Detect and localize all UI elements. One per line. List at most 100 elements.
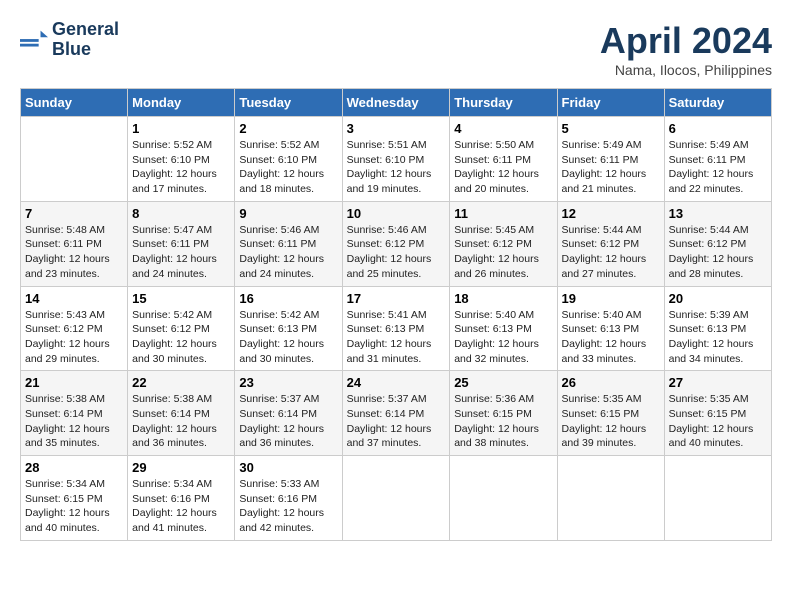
- day-number: 17: [347, 291, 446, 306]
- day-number: 29: [132, 460, 230, 475]
- day-info: Sunrise: 5:34 AMSunset: 6:15 PMDaylight:…: [25, 477, 123, 536]
- col-header-sunday: Sunday: [21, 89, 128, 117]
- calendar-cell: 6Sunrise: 5:49 AMSunset: 6:11 PMDaylight…: [664, 117, 771, 202]
- calendar-cell: 16 Sunrise: 5:42 AMSunset: 6:13 PMDayligh…: [235, 286, 342, 371]
- day-number: 15: [132, 291, 230, 306]
- day-number: 5: [562, 121, 660, 136]
- day-info: Sunrise: 5:41 AMSunset: 6:13 PMDaylight:…: [347, 308, 446, 367]
- calendar-cell: 23 Sunrise: 5:37 AMSunset: 6:14 PMDayligh…: [235, 371, 342, 456]
- day-info: Sunrise: 5:34 AMSunset: 6:16 PMDaylight:…: [132, 477, 230, 536]
- day-number: 30: [239, 460, 337, 475]
- calendar-cell: 7 Sunrise: 5:48 AMSunset: 6:11 PMDaylight…: [21, 201, 128, 286]
- col-header-monday: Monday: [128, 89, 235, 117]
- day-number: 16: [239, 291, 337, 306]
- day-number: 11: [454, 206, 552, 221]
- location: Nama, Ilocos, Philippines: [600, 62, 772, 78]
- day-info: Sunrise: 5:46 AMSunset: 6:11 PMDaylight:…: [239, 223, 337, 282]
- calendar-cell: 15Sunrise: 5:42 AMSunset: 6:12 PMDayligh…: [128, 286, 235, 371]
- col-header-tuesday: Tuesday: [235, 89, 342, 117]
- day-info: Sunrise: 5:40 AMSunset: 6:13 PMDaylight:…: [454, 308, 552, 367]
- calendar-cell: 3 Sunrise: 5:51 AMSunset: 6:10 PMDaylight…: [342, 117, 450, 202]
- day-info: Sunrise: 5:52 AMSunset: 6:10 PMDaylight:…: [239, 138, 337, 197]
- day-info: Sunrise: 5:35 AMSunset: 6:15 PMDaylight:…: [562, 392, 660, 451]
- day-info: Sunrise: 5:37 AMSunset: 6:14 PMDaylight:…: [239, 392, 337, 451]
- calendar-cell: 5 Sunrise: 5:49 AMSunset: 6:11 PMDaylight…: [557, 117, 664, 202]
- calendar-cell: 20Sunrise: 5:39 AMSunset: 6:13 PMDayligh…: [664, 286, 771, 371]
- day-info: Sunrise: 5:48 AMSunset: 6:11 PMDaylight:…: [25, 223, 123, 282]
- day-info: Sunrise: 5:38 AMSunset: 6:14 PMDaylight:…: [25, 392, 123, 451]
- day-number: 13: [669, 206, 767, 221]
- calendar-cell: 13 Sunrise: 5:44 AMSunset: 6:12 PMDayligh…: [664, 201, 771, 286]
- day-number: 25: [454, 375, 552, 390]
- logo-icon: [20, 26, 48, 54]
- calendar-cell: 27 Sunrise: 5:35 AMSunset: 6:15 PMDayligh…: [664, 371, 771, 456]
- calendar-cell: 2 Sunrise: 5:52 AMSunset: 6:10 PMDaylight…: [235, 117, 342, 202]
- day-info: Sunrise: 5:44 AMSunset: 6:12 PMDaylight:…: [669, 223, 767, 282]
- title-area: April 2024 Nama, Ilocos, Philippines: [600, 20, 772, 78]
- calendar-cell: 21Sunrise: 5:38 AMSunset: 6:14 PMDayligh…: [21, 371, 128, 456]
- calendar-cell: [664, 456, 771, 541]
- calendar-table: SundayMondayTuesdayWednesdayThursdayFrid…: [20, 88, 772, 541]
- calendar-cell: [21, 117, 128, 202]
- day-info: Sunrise: 5:45 AMSunset: 6:12 PMDaylight:…: [454, 223, 552, 282]
- calendar-cell: 18 Sunrise: 5:40 AMSunset: 6:13 PMDayligh…: [450, 286, 557, 371]
- calendar-cell: [342, 456, 450, 541]
- day-info: Sunrise: 5:52 AMSunset: 6:10 PMDaylight:…: [132, 138, 230, 197]
- calendar-cell: 30 Sunrise: 5:33 AMSunset: 6:16 PMDayligh…: [235, 456, 342, 541]
- calendar-cell: 28Sunrise: 5:34 AMSunset: 6:15 PMDayligh…: [21, 456, 128, 541]
- day-info: Sunrise: 5:49 AMSunset: 6:11 PMDaylight:…: [562, 138, 660, 197]
- calendar-cell: 4 Sunrise: 5:50 AMSunset: 6:11 PMDaylight…: [450, 117, 557, 202]
- calendar-cell: [557, 456, 664, 541]
- day-info: Sunrise: 5:35 AMSunset: 6:15 PMDaylight:…: [669, 392, 767, 451]
- day-number: 22: [132, 375, 230, 390]
- day-info: Sunrise: 5:44 AMSunset: 6:12 PMDaylight:…: [562, 223, 660, 282]
- logo: General Blue: [20, 20, 119, 60]
- col-header-wednesday: Wednesday: [342, 89, 450, 117]
- calendar-cell: 26Sunrise: 5:35 AMSunset: 6:15 PMDayligh…: [557, 371, 664, 456]
- calendar-cell: 12 Sunrise: 5:44 AMSunset: 6:12 PMDayligh…: [557, 201, 664, 286]
- page-header: General Blue April 2024 Nama, Ilocos, Ph…: [20, 20, 772, 78]
- calendar-cell: [450, 456, 557, 541]
- calendar-cell: 17 Sunrise: 5:41 AMSunset: 6:13 PMDayligh…: [342, 286, 450, 371]
- logo-text: General Blue: [52, 20, 119, 60]
- day-info: Sunrise: 5:51 AMSunset: 6:10 PMDaylight:…: [347, 138, 446, 197]
- day-number: 4: [454, 121, 552, 136]
- day-info: Sunrise: 5:46 AMSunset: 6:12 PMDaylight:…: [347, 223, 446, 282]
- week-row-4: 21Sunrise: 5:38 AMSunset: 6:14 PMDayligh…: [21, 371, 772, 456]
- day-number: 7: [25, 206, 123, 221]
- calendar-cell: 25 Sunrise: 5:36 AMSunset: 6:15 PMDayligh…: [450, 371, 557, 456]
- calendar-cell: 22Sunrise: 5:38 AMSunset: 6:14 PMDayligh…: [128, 371, 235, 456]
- calendar-cell: 9 Sunrise: 5:46 AMSunset: 6:11 PMDaylight…: [235, 201, 342, 286]
- week-row-3: 14Sunrise: 5:43 AMSunset: 6:12 PMDayligh…: [21, 286, 772, 371]
- day-number: 23: [239, 375, 337, 390]
- day-number: 14: [25, 291, 123, 306]
- calendar-cell: 10 Sunrise: 5:46 AMSunset: 6:12 PMDayligh…: [342, 201, 450, 286]
- col-header-thursday: Thursday: [450, 89, 557, 117]
- month-title: April 2024: [600, 20, 772, 62]
- day-info: Sunrise: 5:39 AMSunset: 6:13 PMDaylight:…: [669, 308, 767, 367]
- calendar-cell: 8Sunrise: 5:47 AMSunset: 6:11 PMDaylight…: [128, 201, 235, 286]
- day-info: Sunrise: 5:36 AMSunset: 6:15 PMDaylight:…: [454, 392, 552, 451]
- day-number: 24: [347, 375, 446, 390]
- day-number: 2: [239, 121, 337, 136]
- col-header-saturday: Saturday: [664, 89, 771, 117]
- day-number: 19: [562, 291, 660, 306]
- day-number: 9: [239, 206, 337, 221]
- header-row: SundayMondayTuesdayWednesdayThursdayFrid…: [21, 89, 772, 117]
- day-info: Sunrise: 5:33 AMSunset: 6:16 PMDaylight:…: [239, 477, 337, 536]
- calendar-cell: 1Sunrise: 5:52 AMSunset: 6:10 PMDaylight…: [128, 117, 235, 202]
- day-number: 27: [669, 375, 767, 390]
- day-number: 6: [669, 121, 767, 136]
- day-info: Sunrise: 5:50 AMSunset: 6:11 PMDaylight:…: [454, 138, 552, 197]
- day-info: Sunrise: 5:42 AMSunset: 6:13 PMDaylight:…: [239, 308, 337, 367]
- day-info: Sunrise: 5:37 AMSunset: 6:14 PMDaylight:…: [347, 392, 446, 451]
- day-number: 12: [562, 206, 660, 221]
- week-row-1: 1Sunrise: 5:52 AMSunset: 6:10 PMDaylight…: [21, 117, 772, 202]
- day-number: 8: [132, 206, 230, 221]
- calendar-cell: 14Sunrise: 5:43 AMSunset: 6:12 PMDayligh…: [21, 286, 128, 371]
- calendar-cell: 11 Sunrise: 5:45 AMSunset: 6:12 PMDayligh…: [450, 201, 557, 286]
- day-info: Sunrise: 5:40 AMSunset: 6:13 PMDaylight:…: [562, 308, 660, 367]
- day-number: 3: [347, 121, 446, 136]
- day-number: 10: [347, 206, 446, 221]
- day-number: 18: [454, 291, 552, 306]
